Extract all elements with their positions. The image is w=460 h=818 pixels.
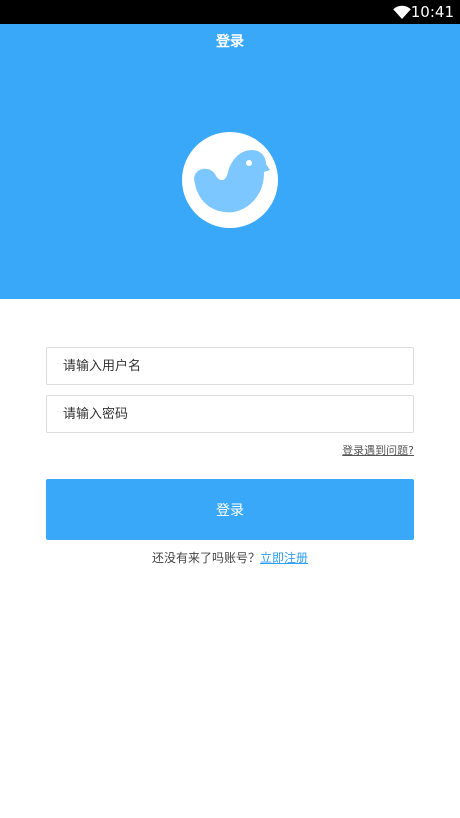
login-screen: 10:41 登录 登录遇到问题? 登录 还没有来了吗账号？立即注册	[0, 0, 460, 818]
status-bar: 10:41	[0, 0, 460, 24]
wifi-icon	[393, 5, 411, 20]
register-row: 还没有来了吗账号？立即注册	[0, 550, 460, 566]
page-title: 登录	[216, 34, 244, 50]
username-input[interactable]	[46, 347, 414, 385]
bird-logo-icon	[182, 132, 278, 228]
register-prompt: 还没有来了吗账号？	[151, 551, 260, 565]
register-link[interactable]: 立即注册	[260, 551, 308, 565]
login-help-link[interactable]: 登录遇到问题?	[342, 444, 414, 458]
login-button[interactable]: 登录	[46, 479, 414, 540]
status-time: 10:41	[410, 3, 454, 21]
header: 登录	[0, 24, 460, 299]
password-input[interactable]	[46, 395, 414, 433]
